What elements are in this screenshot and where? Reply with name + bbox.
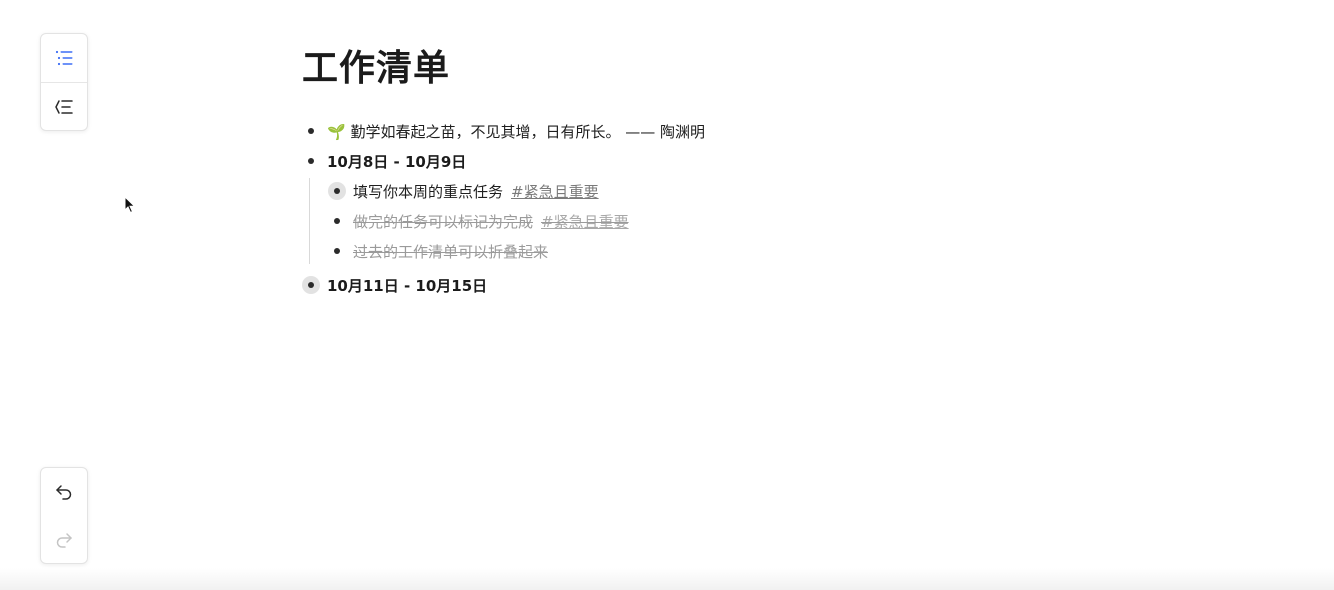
bullet-point-collapsed[interactable] <box>328 182 346 200</box>
bottom-fade <box>0 568 1334 590</box>
list-item-text[interactable]: 10月11日 - 10月15日 <box>327 275 487 296</box>
list-item-text[interactable]: 🌱 勤学如春起之苗，不见其增，日有所长。 —— 陶渊明 <box>327 121 705 142</box>
list-item-completed[interactable]: 过去的工作清单可以折叠起来 <box>328 236 1202 266</box>
child-list: 填写你本周的重点任务 #紧急且重要 做完的任务可以标记为完成 #紧急且重要 过去的工… <box>309 176 1202 266</box>
tag-link[interactable]: #紧急且重要 <box>541 213 629 231</box>
history-toolbar <box>40 467 88 564</box>
list-item[interactable]: 10月11日 - 10月15日 <box>302 270 1202 300</box>
bullet-point[interactable] <box>302 122 320 140</box>
mouse-cursor-icon <box>124 195 136 218</box>
app-page: 工作清单 🌱 勤学如春起之苗，不见其增，日有所长。 —— 陶渊明 10月8日 -… <box>0 0 1334 590</box>
list-icon <box>54 48 74 68</box>
bullet-point[interactable] <box>302 152 320 170</box>
list-item-text[interactable]: 10月8日 - 10月9日 <box>327 151 466 172</box>
indent-guide-line <box>309 178 310 264</box>
list-item[interactable]: 🌱 勤学如春起之苗，不见其增，日有所长。 —— 陶渊明 <box>302 116 1202 146</box>
document: 工作清单 🌱 勤学如春起之苗，不见其增，日有所长。 —— 陶渊明 10月8日 -… <box>302 44 1202 300</box>
list-item-completed[interactable]: 做完的任务可以标记为完成 #紧急且重要 <box>328 206 1202 236</box>
view-toolbar <box>40 33 88 131</box>
tag-link[interactable]: #紧急且重要 <box>511 183 599 201</box>
document-title[interactable]: 工作清单 <box>302 44 1202 94</box>
list-item[interactable]: 填写你本周的重点任务 #紧急且重要 <box>328 176 1202 206</box>
list-item-text[interactable]: 过去的工作清单可以折叠起来 <box>353 241 548 262</box>
redo-icon <box>54 530 74 550</box>
outline-list: 🌱 勤学如春起之苗，不见其增，日有所长。 —— 陶渊明 10月8日 - 10月9… <box>302 116 1202 300</box>
undo-button[interactable] <box>41 468 87 516</box>
bullet-point-collapsed[interactable] <box>302 276 320 294</box>
list-item[interactable]: 10月8日 - 10月9日 <box>302 146 1202 176</box>
undo-icon <box>54 482 74 502</box>
bullet-point[interactable] <box>328 212 346 230</box>
list-view-button[interactable] <box>41 34 87 83</box>
list-item-text[interactable]: 填写你本周的重点任务 <box>353 183 503 201</box>
redo-button[interactable] <box>41 516 87 564</box>
bullet-point[interactable] <box>328 242 346 260</box>
outline-view-button[interactable] <box>41 83 87 131</box>
list-item-text[interactable]: 做完的任务可以标记为完成 <box>353 213 533 231</box>
outline-collapse-icon <box>54 97 74 117</box>
